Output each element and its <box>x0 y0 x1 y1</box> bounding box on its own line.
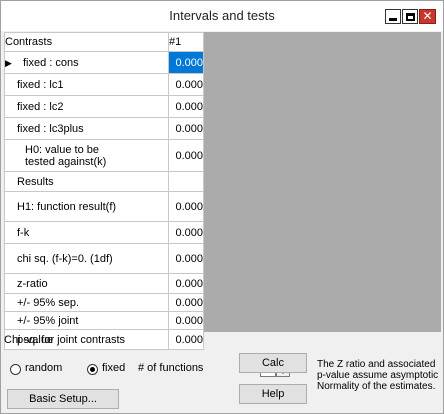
grid-value-cell[interactable] <box>168 171 204 192</box>
grid-row-label: fixed : lc1 <box>4 73 169 96</box>
grid-body: ▶ fixed : cons 0.000 fixed : lc1 0.000 fixed … <box>4 51 204 350</box>
status-text: Chi sq. for joint contrasts <box>4 334 126 346</box>
grid-row[interactable]: Results <box>4 171 204 192</box>
random-radio-label: random <box>25 362 63 374</box>
help-button[interactable]: Help <box>239 384 307 404</box>
grid-row-label-text: f-k <box>17 226 30 239</box>
grid-row[interactable]: fixed : lc2 0.000 <box>4 95 204 118</box>
grid-value-cell[interactable]: 0.000 <box>168 293 204 312</box>
grid-row-label-text: H0: value to be tested against(k) <box>25 143 107 168</box>
grid-row-label-text: +/- 95% joint <box>17 314 79 327</box>
grid-row-label-text: H1: function result(f) <box>17 200 117 213</box>
grid-row-label: chi sq. (f-k)=0. (1df) <box>4 243 169 274</box>
minimize-button[interactable] <box>385 9 401 24</box>
grid-row-label: +/- 95% sep. <box>4 293 169 312</box>
grid-row-label: fixed : lc2 <box>4 95 169 118</box>
grid-row-label: H0: value to be tested against(k) <box>4 139 169 172</box>
grid-row-label-text: fixed : lc1 <box>17 78 64 91</box>
grid-value-cell[interactable]: 0.000 <box>168 243 204 274</box>
minimize-icon <box>389 17 397 21</box>
grid-row-label: H1: function result(f) <box>4 191 169 222</box>
grid-row-label: z-ratio <box>4 273 169 294</box>
grid-row-label-text: z-ratio <box>17 277 48 290</box>
grid-value-cell[interactable]: 0.000 <box>168 329 204 350</box>
random-radio[interactable] <box>10 364 21 375</box>
fixed-radio-label: fixed <box>102 362 126 374</box>
grid-row[interactable]: fixed : lc3plus 0.000 <box>4 117 204 140</box>
row-pointer-icon: ▶ <box>5 57 12 68</box>
contrasts-grid-area: Contrasts #1 ▶ fixed : cons 0.000 fixed : l… <box>4 32 441 350</box>
grid-row-label: fixed : lc3plus <box>4 117 169 140</box>
grid-row-label: +/- 95% joint <box>4 311 169 330</box>
grid-row-label-text: fixed : lc3plus <box>17 122 84 135</box>
grid-row-label: f-k <box>4 221 169 244</box>
grid-row[interactable]: z-ratio 0.000 <box>4 273 204 294</box>
grid-value-cell[interactable]: 0.000 <box>168 311 204 330</box>
grid-row-label-text: fixed : cons <box>23 56 79 69</box>
close-icon: ✕ <box>422 9 433 23</box>
grid-column-header[interactable]: #1 <box>168 32 204 52</box>
grid-row[interactable]: ▶ fixed : cons 0.000 <box>4 51 204 74</box>
functions-label: # of functions <box>138 362 204 374</box>
grid-header-row: Contrasts #1 <box>4 32 204 52</box>
grid-row-label-text: Results <box>17 175 54 188</box>
grid-row-label-text: fixed : lc2 <box>17 100 64 113</box>
fixed-radio[interactable] <box>87 364 98 375</box>
grid-row[interactable]: +/- 95% sep. 0.000 <box>4 293 204 312</box>
grid-row[interactable]: fixed : lc1 0.000 <box>4 73 204 96</box>
grid-row-label-text: chi sq. (f-k)=0. (1df) <box>17 252 113 265</box>
title-bar[interactable]: Intervals and tests ✕ <box>1 1 443 31</box>
grid-value-cell[interactable]: 0.000 <box>168 139 204 172</box>
grid-row[interactable]: chi sq. (f-k)=0. (1df) 0.000 <box>4 243 204 274</box>
grid-value-cell[interactable]: 0.000 <box>168 273 204 294</box>
asymptotic-note: The Z ratio and associated p-value assum… <box>317 359 439 392</box>
calc-button[interactable]: Calc <box>239 353 307 373</box>
grid-value-cell[interactable]: 0.000 <box>168 73 204 96</box>
grid-row-label: Results <box>4 171 169 192</box>
grid-value-cell[interactable]: 0.000 <box>168 221 204 244</box>
grid-value-cell[interactable]: 0.000 <box>168 51 204 74</box>
grid-row[interactable]: H1: function result(f) 0.000 <box>4 191 204 222</box>
maximize-button[interactable] <box>402 9 418 24</box>
grid-header-label: Contrasts <box>4 32 169 52</box>
basic-setup-button[interactable]: Basic Setup... <box>7 389 119 409</box>
maximize-icon <box>405 12 415 21</box>
window-title: Intervals and tests <box>169 8 275 23</box>
grid-value-cell[interactable]: 0.000 <box>168 117 204 140</box>
grid-value-cell[interactable]: 0.000 <box>168 191 204 222</box>
grid-row[interactable]: H0: value to be tested against(k) 0.000 <box>4 139 204 172</box>
close-button[interactable]: ✕ <box>419 9 436 24</box>
grid-row[interactable]: +/- 95% joint 0.000 <box>4 311 204 330</box>
bottom-controls: random fixed # of functions 1 ▲ ▼ Calc H… <box>4 350 441 412</box>
grid-row[interactable]: f-k 0.000 <box>4 221 204 244</box>
grid-row-label-text: +/- 95% sep. <box>17 296 80 309</box>
contrasts-grid: Contrasts #1 ▶ fixed : cons 0.000 fixed : l… <box>4 32 204 350</box>
grid-value-cell[interactable]: 0.000 <box>168 95 204 118</box>
intervals-and-tests-window: Intervals and tests ✕ Contrasts #1 ▶ fixe… <box>0 0 444 414</box>
grid-row-label: ▶ fixed : cons <box>4 51 169 74</box>
